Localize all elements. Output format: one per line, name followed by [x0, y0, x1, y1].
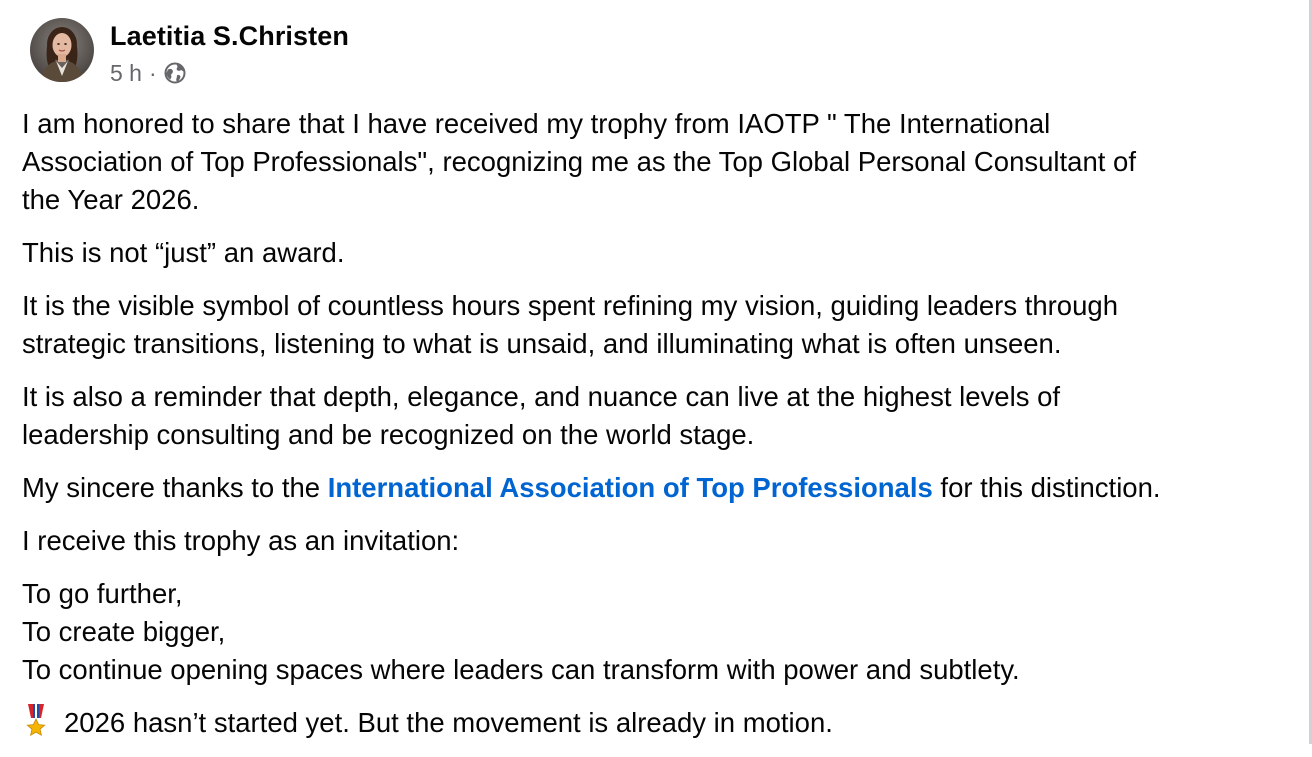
page-mention-link[interactable]: International Association of Top Profess…: [328, 472, 933, 503]
post-timestamp[interactable]: 5 h: [110, 60, 142, 87]
author-name[interactable]: Laetitia S.Christen: [110, 19, 349, 53]
paragraph-5: My sincere thanks to the International A…: [22, 469, 1294, 507]
thanks-text-before: My sincere thanks to the: [22, 472, 328, 503]
text-line: I am honored to share that I have receiv…: [22, 108, 1051, 139]
facebook-post: Laetitia S.Christen 5 h · I am honored t…: [0, 0, 1304, 744]
profile-photo-icon: [30, 18, 94, 82]
text-line: To continue opening spaces where leaders…: [22, 654, 1020, 685]
text-line: 2026 hasn’t started yet. But the movemen…: [22, 704, 1294, 742]
text-line: This is not “just” an award.: [22, 237, 345, 268]
military-medal-icon: [22, 704, 50, 738]
text-line: It is also a reminder that depth, elegan…: [22, 381, 1061, 412]
closing-text: 2026 hasn’t started yet. But the movemen…: [64, 707, 833, 738]
text-line: strategic transitions, listening to what…: [22, 328, 1062, 359]
post-body: I am honored to share that I have receiv…: [22, 105, 1294, 757]
text-line: It is the visible symbol of countless ho…: [22, 290, 1118, 321]
paragraph-6: I receive this trophy as an invitation:: [22, 522, 1294, 560]
paragraph-3: It is the visible symbol of countless ho…: [22, 287, 1294, 363]
paragraph-7: To go further, To create bigger, To cont…: [22, 575, 1294, 689]
text-line: Association of Top Professionals", recog…: [22, 146, 1136, 177]
paragraph-1: I am honored to share that I have receiv…: [22, 105, 1294, 219]
text-line: To go further,: [22, 578, 183, 609]
paragraph-2: This is not “just” an award.: [22, 234, 1294, 272]
text-line: To create bigger,: [22, 616, 226, 647]
paragraph-8: 2026 hasn’t started yet. But the movemen…: [22, 704, 1294, 742]
post-meta: Laetitia S.Christen 5 h ·: [110, 18, 349, 88]
separator-dot: ·: [148, 59, 157, 86]
text-line: leadership consulting and be recognized …: [22, 419, 755, 450]
paragraph-4: It is also a reminder that depth, elegan…: [22, 378, 1294, 454]
text-line: the Year 2026.: [22, 184, 200, 215]
text-line: I receive this trophy as an invitation:: [22, 525, 460, 556]
thanks-text-after: for this distinction.: [932, 472, 1161, 503]
text-line: My sincere thanks to the International A…: [22, 469, 1294, 507]
post-header: Laetitia S.Christen 5 h ·: [30, 18, 349, 86]
author-avatar[interactable]: [30, 18, 94, 82]
post-subtitle: 5 h ·: [110, 58, 349, 88]
globe-icon[interactable]: [164, 62, 186, 84]
